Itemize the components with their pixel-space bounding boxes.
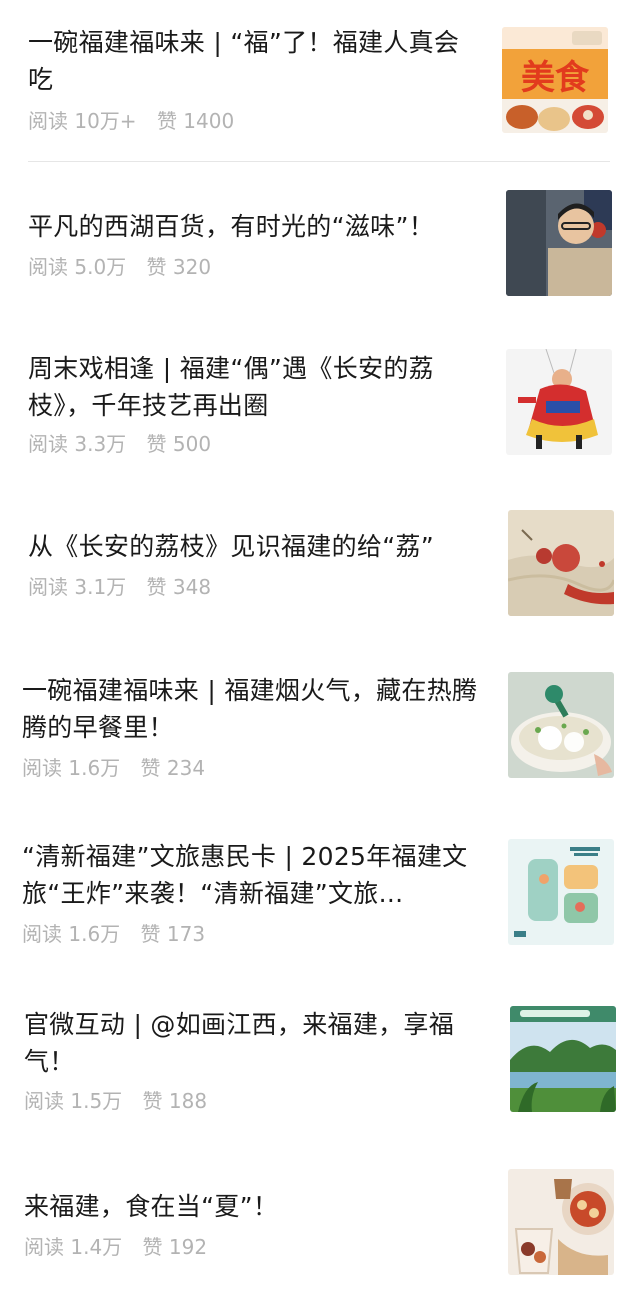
like-count: 234 xyxy=(166,756,206,780)
article-title[interactable]: 平凡的西湖百货，有时光的“滋味”！ xyxy=(28,208,483,245)
like-label: 赞 xyxy=(140,922,161,946)
like-label: 赞 xyxy=(146,575,167,599)
marionette-photo-icon[interactable] xyxy=(506,349,612,455)
like-label: 赞 xyxy=(146,255,167,279)
read-count: 3.1万 xyxy=(74,575,127,599)
like-count: 1400 xyxy=(183,109,235,133)
article-meta: 阅读 10万+ 赞 1400 xyxy=(28,109,234,133)
fu-character-map-icon[interactable] xyxy=(508,839,614,945)
article-title[interactable]: “清新福建”文旅惠民卡 | 2025年福建文旅“王炸”来袭！“清新福建”文旅..… xyxy=(22,838,492,912)
article-item-1[interactable]: 一碗福建福味来 | “福”了！福建人真会吃 阅读 10万+ 赞 1400 美食 xyxy=(0,0,640,162)
read-label: 阅读 xyxy=(24,1089,64,1113)
like-count: 320 xyxy=(172,255,212,279)
article-title[interactable]: 从《长安的荔枝》见识福建的给“荔” xyxy=(28,528,498,565)
read-count: 1.4万 xyxy=(70,1235,123,1259)
like-label: 赞 xyxy=(140,756,161,780)
like-label: 赞 xyxy=(142,1089,163,1113)
article-meta: 阅读 1.5万 赞 188 xyxy=(24,1089,207,1113)
like-label: 赞 xyxy=(146,432,167,456)
read-count: 3.3万 xyxy=(74,432,127,456)
read-label: 阅读 xyxy=(28,432,68,456)
like-count: 173 xyxy=(166,922,206,946)
article-meta: 阅读 5.0万 赞 320 xyxy=(28,255,211,279)
article-list: 一碗福建福味来 | “福”了！福建人真会吃 阅读 10万+ 赞 1400 美食 … xyxy=(0,0,640,1300)
read-label: 阅读 xyxy=(28,109,68,133)
read-count: 10万+ xyxy=(74,109,137,133)
read-count: 1.6万 xyxy=(68,756,121,780)
article-item-4[interactable]: 从《长安的荔枝》见识福建的给“荔” 阅读 3.1万 赞 348 xyxy=(0,488,640,648)
article-item-2[interactable]: 平凡的西湖百货，有时光的“滋味”！ 阅读 5.0万 赞 320 xyxy=(0,162,640,328)
read-count: 1.6万 xyxy=(68,922,121,946)
article-title[interactable]: 官微互动 | @如画江西，来福建，享福气！ xyxy=(24,1006,494,1080)
article-item-5[interactable]: 一碗福建福味来 | 福建烟火气，藏在热腾腾的早餐里！ 阅读 1.6万 赞 234 xyxy=(0,648,640,812)
article-item-7[interactable]: 官微互动 | @如画江西，来福建，享福气！ 阅读 1.5万 赞 188 xyxy=(0,978,640,1146)
breakfast-bowl-icon[interactable] xyxy=(508,672,614,778)
article-title[interactable]: 一碗福建福味来 | 福建烟火气，藏在热腾腾的早餐里！ xyxy=(22,672,492,746)
like-count: 348 xyxy=(172,575,212,599)
article-meta: 阅读 3.3万 赞 500 xyxy=(28,432,211,456)
like-label: 赞 xyxy=(142,1235,163,1259)
lychee-painting-icon[interactable] xyxy=(508,510,614,616)
like-count: 188 xyxy=(168,1089,208,1113)
read-label: 阅读 xyxy=(24,1235,64,1259)
like-count: 500 xyxy=(172,432,212,456)
like-label: 赞 xyxy=(156,109,177,133)
read-label: 阅读 xyxy=(28,575,68,599)
article-meta: 阅读 1.4万 赞 192 xyxy=(24,1235,207,1259)
article-title[interactable]: 周末戏相逢 | 福建“偶”遇《长安的荔枝》，千年技艺再出圈 xyxy=(28,350,483,424)
article-meta: 阅读 3.1万 赞 348 xyxy=(28,575,211,599)
food-thumbnail-icon[interactable]: 美食 xyxy=(502,27,608,133)
read-count: 5.0万 xyxy=(74,255,127,279)
read-label: 阅读 xyxy=(22,756,62,780)
article-item-6[interactable]: “清新福建”文旅惠民卡 | 2025年福建文旅“王炸”来袭！“清新福建”文旅..… xyxy=(0,812,640,978)
landscape-photo-icon[interactable] xyxy=(510,1006,616,1112)
article-meta: 阅读 1.6万 赞 173 xyxy=(22,922,205,946)
read-label: 阅读 xyxy=(28,255,68,279)
article-item-8[interactable]: 来福建，食在当“夏”！ 阅读 1.4万 赞 192 xyxy=(0,1146,640,1300)
article-meta: 阅读 1.6万 赞 234 xyxy=(22,756,205,780)
article-title[interactable]: 一碗福建福味来 | “福”了！福建人真会吃 xyxy=(28,24,483,98)
article-title[interactable]: 来福建，食在当“夏”！ xyxy=(24,1188,494,1225)
thumb-caption: 美食 xyxy=(521,58,590,98)
shopkeeper-photo-icon[interactable] xyxy=(506,190,612,296)
read-count: 1.5万 xyxy=(70,1089,123,1113)
like-count: 192 xyxy=(168,1235,208,1259)
article-item-3[interactable]: 周末戏相逢 | 福建“偶”遇《长安的荔枝》，千年技艺再出圈 阅读 3.3万 赞 … xyxy=(0,328,640,488)
read-label: 阅读 xyxy=(22,922,62,946)
summer-food-photo-icon[interactable] xyxy=(508,1169,614,1275)
